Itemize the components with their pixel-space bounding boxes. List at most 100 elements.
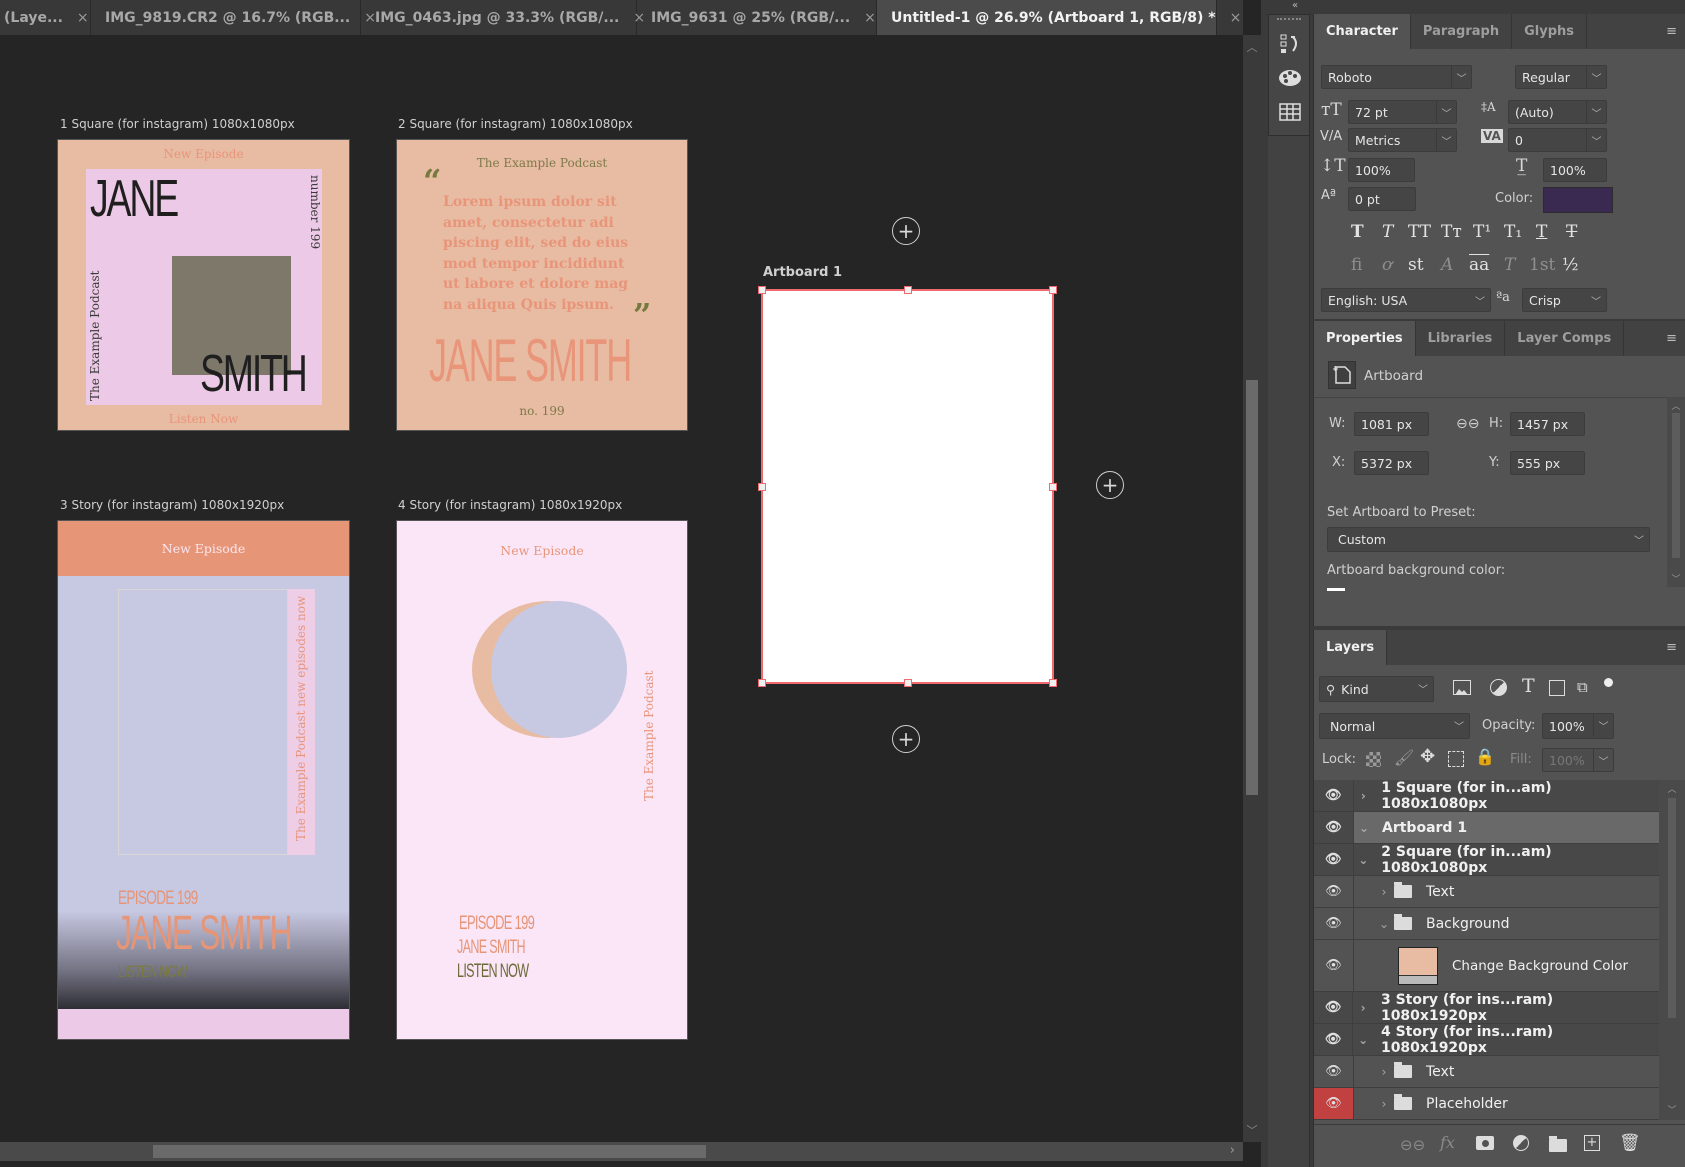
anti-alias-select[interactable]: Crisp ﹀ (1522, 288, 1607, 312)
resize-handle[interactable] (1049, 286, 1057, 294)
chevron-down-icon[interactable]: ⌄ (1353, 1033, 1373, 1047)
drag-grip[interactable] (1277, 18, 1301, 24)
layer-row[interactable]: 👁 › 1 Square (for in...am) 1080x1080px (1314, 780, 1659, 812)
visibility-eye-icon[interactable]: 👁 (1314, 812, 1354, 843)
history-icon[interactable] (1269, 27, 1311, 61)
layer-row[interactable]: 👁 ⌄ Background (1314, 908, 1659, 940)
kerning-field[interactable]: Metrics ﹀ (1348, 128, 1457, 152)
superscript-button[interactable]: T¹ (1473, 222, 1491, 242)
add-mask-icon[interactable] (1476, 1136, 1494, 1150)
tab-character[interactable]: Character (1314, 14, 1411, 49)
height-field[interactable]: 1457 px (1510, 412, 1585, 436)
canvas[interactable]: 1 Square (for instagram) 1080x1080px New… (0, 35, 1243, 1142)
visibility-eye-icon[interactable]: 👁 (1314, 780, 1354, 811)
scroll-down-icon[interactable]: ﹀ (1667, 572, 1685, 585)
artboard-label[interactable]: 1 Square (for instagram) 1080x1080px (60, 117, 295, 131)
scroll-up-icon[interactable]: ︿ (1667, 399, 1685, 412)
lock-position-icon[interactable]: ✥ (1420, 746, 1435, 767)
scrollbar-thumb[interactable] (1672, 413, 1680, 558)
tab-libraries[interactable]: Libraries (1416, 321, 1506, 356)
strikethrough-button[interactable]: T (1566, 222, 1577, 242)
scrollbar-thumb[interactable] (153, 1145, 706, 1158)
add-artboard-bottom-button[interactable]: + (892, 725, 920, 753)
lock-all-icon[interactable]: 🔒 (1475, 747, 1495, 766)
tab-layer-comps[interactable]: Layer Comps (1505, 321, 1625, 356)
artboard-label[interactable]: 2 Square (for instagram) 1080x1080px (398, 117, 633, 131)
tracking-field[interactable]: 0 ﹀ (1508, 128, 1607, 152)
scrollbar-thumb[interactable] (1246, 380, 1258, 795)
titling-alternates-button[interactable]: T (1504, 255, 1515, 275)
resize-handle[interactable] (758, 286, 766, 294)
resize-handle[interactable] (758, 679, 766, 687)
properties-scrollbar[interactable]: ︿ ﹀ (1667, 397, 1685, 587)
document-tab[interactable]: IMG_9631 @ 25% (RGB/... × (637, 0, 877, 35)
resize-handle[interactable] (904, 286, 912, 294)
chevron-right-icon[interactable]: › (1353, 1001, 1373, 1015)
chevron-right-icon[interactable]: › (1374, 1097, 1394, 1111)
visibility-eye-icon[interactable]: 👁 (1314, 1088, 1354, 1119)
add-artboard-top-button[interactable]: + (892, 217, 920, 245)
resize-handle[interactable] (1049, 679, 1057, 687)
chevron-down-icon[interactable]: ⌄ (1354, 853, 1374, 867)
swatches-grid-icon[interactable] (1269, 95, 1311, 129)
document-tab[interactable]: IMG_0463.jpg @ 33.3% (RGB/... × (361, 0, 645, 35)
resize-handle[interactable] (1049, 483, 1057, 491)
layer-row[interactable]: 👁 › Text (1314, 1056, 1659, 1088)
small-caps-button[interactable]: Tт (1441, 222, 1462, 242)
delete-layer-icon[interactable]: 🗑 (1619, 1133, 1641, 1153)
artboard-1-selected[interactable] (758, 286, 1057, 687)
artboard-label[interactable]: 3 Story (for instagram) 1080x1920px (60, 498, 284, 512)
close-icon[interactable]: × (1230, 10, 1242, 26)
chevron-right-icon[interactable]: › (1374, 885, 1394, 899)
visibility-eye-icon[interactable]: 👁 (1314, 1024, 1354, 1055)
color-palette-icon[interactable] (1269, 61, 1311, 95)
filter-smart-objects-icon[interactable]: ⧉ (1577, 678, 1588, 696)
faux-italic-button[interactable]: T (1382, 222, 1393, 242)
opacity-field[interactable]: 100% ﹀ (1542, 713, 1614, 739)
tab-properties[interactable]: Properties (1314, 321, 1416, 356)
chevron-down-icon[interactable]: ⌄ (1354, 821, 1374, 835)
preset-select[interactable]: Custom ﹀ (1327, 527, 1650, 552)
document-tab-active[interactable]: Untitled-1 @ 26.9% (Artboard 1, RGB/8) *… (877, 0, 1241, 35)
artboard-story-4[interactable]: New Episode The Example Podcast EPISODE … (396, 520, 688, 1040)
filter-toggle-icon[interactable] (1604, 678, 1613, 687)
document-tab[interactable]: (Laye... × (0, 0, 91, 35)
font-style-select[interactable]: Regular ﹀ (1515, 65, 1607, 89)
layers-scrollbar[interactable]: ︿ ﹀ (1659, 780, 1685, 1120)
artboard-label[interactable]: Artboard 1 (763, 265, 842, 280)
layer-filter-select[interactable]: ⚲ Kind ﹀ (1319, 676, 1434, 702)
x-position-field[interactable]: 5372 px (1354, 451, 1429, 475)
panel-menu-icon[interactable]: ≡ (1666, 24, 1677, 39)
underline-button[interactable]: T (1536, 222, 1547, 242)
subscript-button[interactable]: T₁ (1504, 222, 1522, 242)
new-layer-icon[interactable]: + (1584, 1135, 1600, 1151)
ligatures-button[interactable]: ﬁ (1351, 255, 1362, 275)
layer-row[interactable]: 👁 › Text (1314, 876, 1659, 908)
artboard-square-1[interactable]: New Episode JANE SMITH number 199 The Ex… (57, 139, 350, 431)
chevron-down-icon[interactable]: ⌄ (1374, 917, 1394, 931)
lock-image-pixels-icon[interactable]: 🖌 (1394, 748, 1414, 767)
discretionary-ligatures-button[interactable]: st (1408, 255, 1424, 275)
layer-row[interactable]: 👁 Change Background Color (1314, 940, 1659, 992)
layer-style-fx-icon[interactable]: fx (1440, 1133, 1455, 1152)
layer-row[interactable]: 👁 › Placeholder (1314, 1088, 1659, 1120)
y-position-field[interactable]: 555 px (1510, 451, 1585, 475)
layer-row[interactable]: 👁 › 3 Story (for ins...ram) 1080x1920px (1314, 992, 1659, 1024)
leading-field[interactable]: (Auto) ﹀ (1508, 100, 1607, 124)
chevron-right-icon[interactable]: › (1374, 1065, 1394, 1079)
vertical-scrollbar[interactable]: ︿ ﹀ (1243, 35, 1261, 1142)
baseline-shift-field[interactable]: 0 pt (1348, 187, 1416, 211)
artboard-bg-color-swatch[interactable] (1327, 588, 1345, 591)
filter-adjustment-layers-icon[interactable] (1490, 679, 1507, 696)
layer-row[interactable]: 👁 ⌄ 4 Story (for ins...ram) 1080x1920px (1314, 1024, 1659, 1056)
font-family-select[interactable]: Roboto ﹀ (1321, 65, 1472, 89)
resize-handle[interactable] (758, 483, 766, 491)
scroll-down-icon[interactable]: ﹀ (1243, 1122, 1261, 1138)
visibility-eye-icon[interactable]: 👁 (1314, 1056, 1354, 1087)
link-dimensions-icon[interactable]: ⊖⊖ (1456, 416, 1479, 432)
new-group-icon[interactable] (1549, 1136, 1567, 1152)
artboard-label[interactable]: 4 Story (for instagram) 1080x1920px (398, 498, 622, 512)
resize-handle[interactable] (904, 679, 912, 687)
new-adjustment-layer-icon[interactable] (1513, 1135, 1529, 1151)
visibility-eye-icon[interactable]: 👁 (1314, 844, 1354, 875)
